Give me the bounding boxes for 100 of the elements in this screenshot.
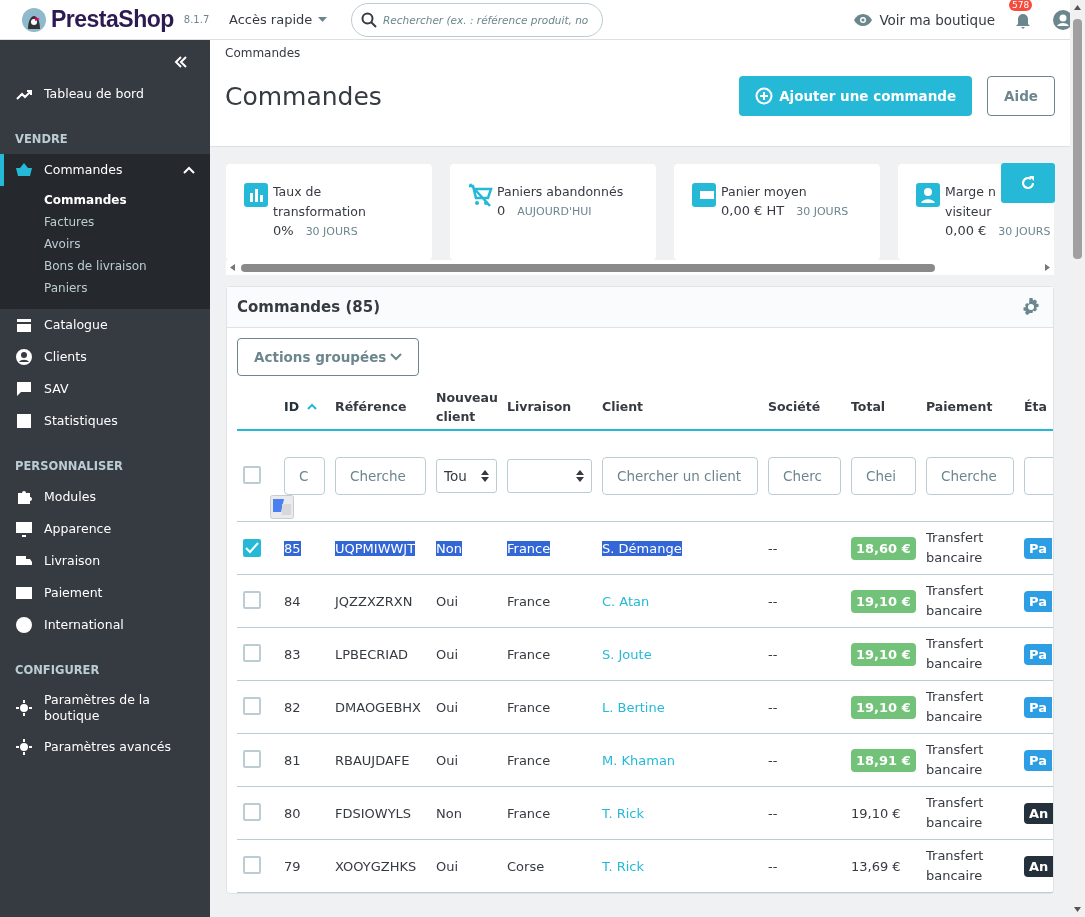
kpi-period: 30 JOURS xyxy=(998,225,1051,238)
table-cell: France xyxy=(507,540,551,556)
submenu-item[interactable]: Avoirs xyxy=(0,233,210,255)
select-all-checkbox[interactable] xyxy=(243,465,261,484)
row-checkbox[interactable] xyxy=(243,696,261,715)
settings-icon[interactable] xyxy=(1021,297,1041,317)
table-cell-text: Transfert bancaire xyxy=(926,688,985,726)
status-badge: An xyxy=(1024,855,1053,877)
table-cell: UQPMIWWJT xyxy=(335,540,416,556)
view-shop-link[interactable]: Voir ma boutique xyxy=(854,11,995,28)
sidebar-item[interactable]: International xyxy=(0,609,210,641)
refresh-button[interactable] xyxy=(1001,163,1055,203)
sidebar-item[interactable]: Clients xyxy=(0,341,210,373)
table-cell: -- xyxy=(768,699,778,715)
table-cell: 79 xyxy=(284,858,301,874)
sidebar-item[interactable]: SAV xyxy=(0,373,210,405)
sidebar-item[interactable]: Statistiques xyxy=(0,405,210,437)
column-header[interactable]: Paiement xyxy=(926,397,993,416)
table-cell: -- xyxy=(768,752,778,768)
person-icon xyxy=(15,348,33,366)
submenu-item[interactable]: Bons de livraison xyxy=(0,255,210,277)
row-checkbox[interactable] xyxy=(243,749,261,768)
sidebar-item[interactable]: Modules xyxy=(0,481,210,513)
table-cell: JQZZXZRXN xyxy=(335,593,413,609)
column-header[interactable]: Total xyxy=(851,397,886,416)
kpi-period: 30 JOURS xyxy=(796,205,849,218)
filter-select[interactable]: Tou xyxy=(436,459,497,493)
scroll-down-icon[interactable] xyxy=(1074,907,1081,912)
total-badge: 19,10 € xyxy=(851,642,916,666)
person-icon xyxy=(915,182,941,208)
row-checkbox[interactable] xyxy=(243,590,261,609)
table-title: Commandes (85) xyxy=(237,298,381,316)
row-checkbox[interactable] xyxy=(243,802,261,821)
column-header[interactable]: Référence xyxy=(335,397,407,416)
filter-input[interactable]: Cherche xyxy=(335,457,426,495)
kpi-value: 0,00 € xyxy=(945,223,987,238)
table-cell: 83 xyxy=(284,646,301,662)
table-cell: Oui xyxy=(436,752,459,768)
kpi-title: Taux de transformation xyxy=(273,183,366,221)
filter-input[interactable]: Cherche xyxy=(926,457,1014,495)
column-header[interactable]: Livraison xyxy=(507,397,572,416)
sort-arrows-icon xyxy=(576,470,584,482)
column-header[interactable]: Nouveau client xyxy=(436,387,507,426)
cart-off-icon xyxy=(467,182,493,208)
kpi-title: Marge n visiteur xyxy=(945,183,996,221)
search-field[interactable]: Rechercher (ex. : référence produit, no xyxy=(351,2,603,37)
column-header[interactable]: ID xyxy=(284,397,300,416)
filter-select[interactable] xyxy=(507,459,592,493)
column-header[interactable]: Éta xyxy=(1024,397,1047,416)
translate-icon[interactable] xyxy=(270,495,294,519)
caret-icon xyxy=(318,17,328,22)
table-cell: Oui xyxy=(436,646,459,662)
table-cell: -- xyxy=(768,540,778,556)
bulk-actions-dropdown[interactable]: Actions groupées xyxy=(237,338,419,376)
collapse-icon[interactable] xyxy=(174,56,188,68)
row-checkbox[interactable] xyxy=(243,539,261,557)
sidebar-item[interactable]: Paramètres de la boutique xyxy=(0,685,210,731)
monitor-icon xyxy=(15,520,33,538)
table-cell: 85 xyxy=(284,540,301,556)
brand-name[interactable]: PrestaShop xyxy=(51,6,174,33)
submenu-item[interactable]: Paniers xyxy=(0,277,210,299)
table-cell: Non xyxy=(436,540,462,556)
table-cell: RBAUJDAFE xyxy=(335,752,410,768)
sidebar-item[interactable]: Apparence xyxy=(0,513,210,545)
submenu-item[interactable]: Factures xyxy=(0,211,210,233)
column-header[interactable]: Client xyxy=(602,397,644,416)
kpi-title: Panier moyen xyxy=(721,183,807,201)
filter-input[interactable]: Cherc xyxy=(768,457,841,495)
table-cell: Oui xyxy=(436,699,459,715)
scroll-up-icon[interactable] xyxy=(1074,5,1081,10)
row-checkbox[interactable] xyxy=(243,855,261,874)
submenu-item[interactable]: Commandes xyxy=(0,189,210,211)
page-title: Commandes xyxy=(225,81,382,111)
table-cell-text: Transfert bancaire xyxy=(926,635,985,673)
filter-input[interactable]: Chercher un client xyxy=(602,457,758,495)
sidebar-item[interactable]: Catalogue xyxy=(0,309,210,341)
breadcrumb[interactable]: Commandes xyxy=(225,46,1055,60)
sidebar-item[interactable]: Paiement xyxy=(0,577,210,609)
table-cell: 82 xyxy=(284,699,301,715)
kpi-period: AUJOURD'HUI xyxy=(517,205,592,218)
scrollbar-thumb[interactable] xyxy=(1073,19,1082,259)
sidebar-item[interactable]: Paramètres avancés xyxy=(0,731,210,763)
column-header[interactable]: Société xyxy=(768,397,821,416)
row-checkbox[interactable] xyxy=(243,643,261,662)
wallet-icon xyxy=(691,182,717,208)
scroll-left-icon[interactable] xyxy=(230,264,235,271)
scroll-right-icon[interactable] xyxy=(1045,264,1050,271)
scrollbar-thumb[interactable] xyxy=(241,263,935,272)
filter-input[interactable]: Chei xyxy=(851,457,916,495)
filter-input[interactable]: C xyxy=(284,457,325,495)
sidebar-item[interactable]: Livraison xyxy=(0,545,210,577)
status-badge: Pa xyxy=(1024,749,1052,771)
sort-up-icon[interactable] xyxy=(307,403,318,410)
status-badge: Pa xyxy=(1024,537,1052,559)
sidebar-item[interactable]: Commandes xyxy=(0,154,210,186)
sort-arrows-icon xyxy=(481,470,489,482)
client-link[interactable]: S. Démange xyxy=(602,540,682,556)
quick-access-menu[interactable]: Accès rapide xyxy=(229,12,351,27)
sidebar-item[interactable]: Tableau de bord xyxy=(0,78,210,110)
help-button[interactable]: Aide xyxy=(987,76,1055,116)
